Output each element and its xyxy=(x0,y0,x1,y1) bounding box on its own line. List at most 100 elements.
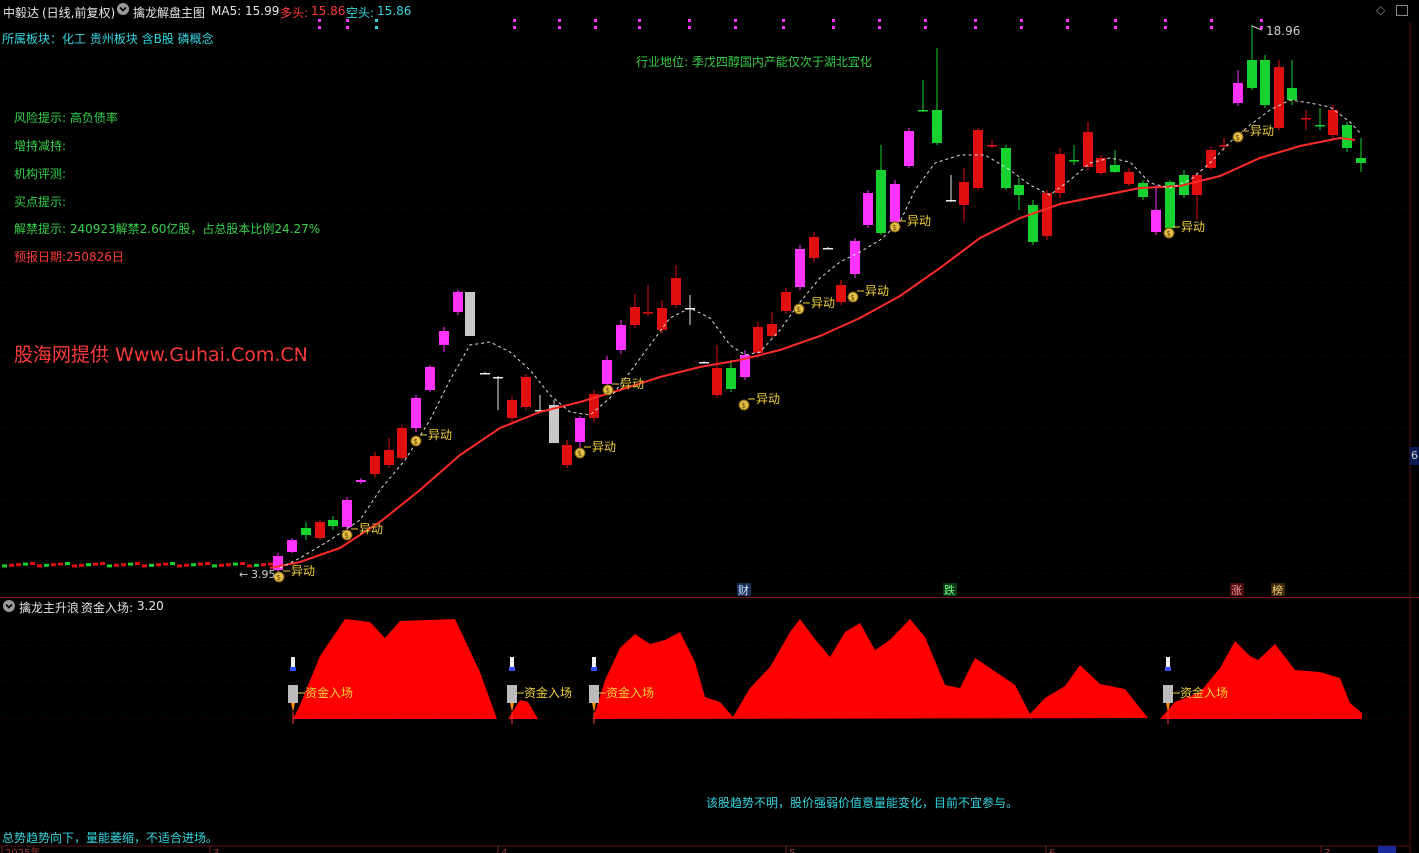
money-bag-icon: $ 异动 xyxy=(738,392,780,411)
small-candle xyxy=(128,562,133,566)
sub-indicator-name[interactable]: 擒龙主升浪 xyxy=(19,599,79,616)
signal-label: 异动 xyxy=(907,214,931,228)
candle-body xyxy=(1192,175,1202,195)
signal-label: 异动 xyxy=(592,440,616,454)
scroll-indicator[interactable] xyxy=(1378,846,1396,853)
signal-dot xyxy=(1020,26,1023,29)
candle-body xyxy=(876,170,886,233)
signal-dot xyxy=(782,26,785,29)
small-candle xyxy=(100,562,105,565)
candle-body xyxy=(493,377,503,379)
event-tag-label: 榜 xyxy=(1272,583,1283,597)
signal-dot xyxy=(924,26,927,29)
candle-body xyxy=(1233,83,1243,103)
signal-dot xyxy=(688,26,691,29)
small-candle xyxy=(114,563,119,567)
candle-body xyxy=(1260,60,1270,105)
small-candle xyxy=(191,563,196,567)
small-candle xyxy=(212,564,217,568)
fund-area-region xyxy=(593,619,1148,719)
small-candle xyxy=(9,563,14,567)
candlesticks xyxy=(2,25,1366,572)
candle-body xyxy=(1301,118,1311,120)
candle-body xyxy=(425,367,435,390)
candle-body xyxy=(918,110,928,112)
signal-label: 异动 xyxy=(428,428,452,442)
kline-chart[interactable]: $ 异动 $ 异动 $ 异动 $ 异动 $ 异动 $ 异动 $ 异动 $ 异动 $ 异动 $ 异动 $ 异动 资金入场 资金… xyxy=(0,0,1419,853)
candle-body xyxy=(562,445,572,465)
signal-dot xyxy=(924,19,927,22)
candle-body xyxy=(1274,67,1284,128)
candle-body xyxy=(411,398,421,428)
candle-body xyxy=(453,292,463,312)
fund-label: 资金入场 xyxy=(606,685,654,700)
status-message-center: 该股趋势不明，股价强弱价值意量能变化，目前不宜参与。 xyxy=(706,796,1019,810)
small-candle xyxy=(268,562,273,566)
small-candle xyxy=(149,563,154,567)
small-candle xyxy=(156,563,161,567)
sub-collapse-icon[interactable] xyxy=(3,600,15,612)
candle-body xyxy=(1083,132,1093,167)
candle-body xyxy=(904,131,914,166)
signal-label: 异动 xyxy=(1250,124,1274,138)
signal-dot xyxy=(1164,26,1167,29)
small-candle xyxy=(79,563,84,567)
small-candle xyxy=(135,562,140,565)
signal-dot xyxy=(1066,26,1069,29)
signal-label: 异动 xyxy=(620,377,644,391)
signal-markers: $ 异动 $ 异动 $ 异动 $ 异动 $ 异动 $ 异动 $ 异动 $ 异动 $ 异动 $ 异动 $ 异动 xyxy=(273,124,1274,583)
candle-body xyxy=(630,307,640,325)
small-candle xyxy=(107,564,112,568)
sub-indicator-label: 资金入场: xyxy=(81,601,134,615)
candle-body xyxy=(356,480,366,482)
svg-text:$: $ xyxy=(413,437,418,446)
fund-label: 资金入场 xyxy=(524,685,572,700)
small-candle xyxy=(37,564,42,568)
candle-body xyxy=(823,248,833,250)
event-tags[interactable]: 财跌涨榜 xyxy=(737,583,1285,597)
fund-area-region xyxy=(1160,641,1362,719)
time-axis: 2025年 3 4 5 6 7 xyxy=(0,845,1410,853)
candle-body xyxy=(439,331,449,345)
candle-body xyxy=(1138,183,1148,197)
candle-body xyxy=(767,324,777,336)
signal-dot xyxy=(974,26,977,29)
svg-text:$: $ xyxy=(850,293,855,302)
small-candle xyxy=(121,563,126,567)
candle-body xyxy=(781,292,791,311)
right-edge-label[interactable]: 6 xyxy=(1410,447,1419,465)
status-message-left: 总势趋势向下，量能萎缩，不适合进场。 xyxy=(2,831,219,845)
axis-label: 5 xyxy=(789,848,795,853)
candle-body xyxy=(959,182,969,205)
signal-label: 异动 xyxy=(756,392,780,406)
svg-text:$: $ xyxy=(605,386,610,395)
candle-body xyxy=(836,285,846,302)
signal-dot xyxy=(832,19,835,22)
signal-dot xyxy=(1260,19,1263,22)
candle-body xyxy=(602,360,612,384)
signal-dot xyxy=(1164,19,1167,22)
small-candle xyxy=(23,562,28,566)
candle-body xyxy=(946,200,956,202)
signal-dot xyxy=(318,26,321,29)
small-candle xyxy=(240,562,245,565)
candle-body xyxy=(1028,205,1038,242)
small-candle xyxy=(205,562,210,565)
fund-label: 资金入场 xyxy=(305,685,353,700)
signal-dot xyxy=(513,19,516,22)
candle-body xyxy=(1356,158,1366,163)
signal-label: 异动 xyxy=(1181,220,1205,234)
small-candle xyxy=(177,564,182,568)
candle-body xyxy=(1165,182,1175,228)
candle-body xyxy=(657,308,667,330)
ma-line xyxy=(269,136,1356,569)
signal-dot xyxy=(1210,19,1213,22)
candle-body xyxy=(465,292,475,336)
small-candle xyxy=(65,562,70,565)
event-tag-label: 涨 xyxy=(1231,584,1242,597)
signal-dot xyxy=(346,26,349,29)
candle-body xyxy=(932,110,942,143)
svg-text:$: $ xyxy=(1235,133,1240,142)
signal-dot xyxy=(878,19,881,22)
signal-dot xyxy=(558,26,561,29)
